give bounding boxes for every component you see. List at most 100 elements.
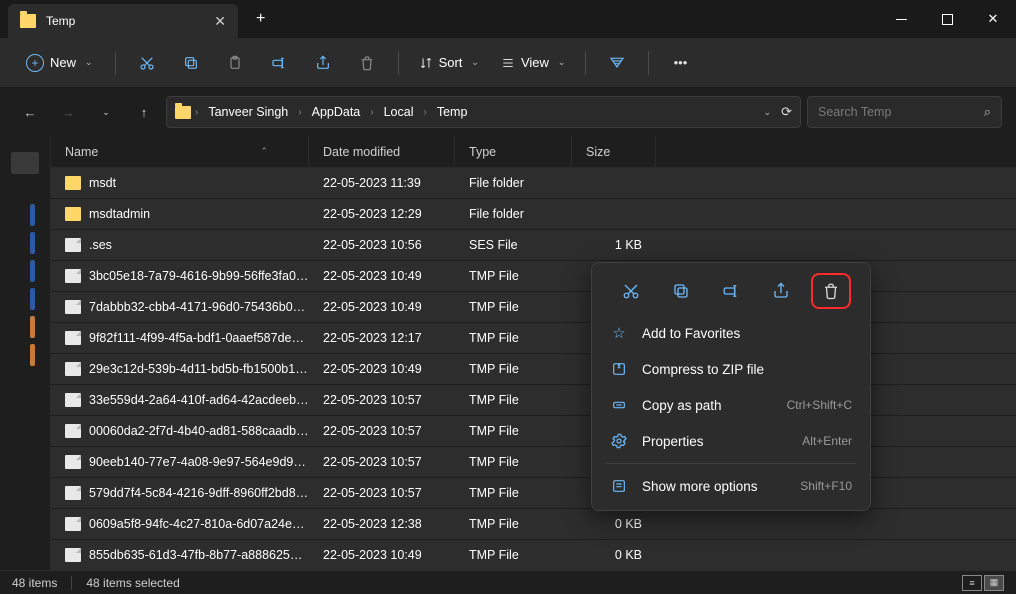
table-row[interactable]: 579dd7f4-5c84-4216-9dff-8960ff2bd8fa.tmp… xyxy=(51,478,1016,509)
properties-icon xyxy=(610,433,628,449)
table-row[interactable]: 3bc05e18-7a79-4616-9b99-56ffe3fa0db5.tmp… xyxy=(51,261,1016,292)
file-icon xyxy=(65,269,81,283)
navigation-pane[interactable] xyxy=(0,136,51,570)
ctx-cut-button[interactable] xyxy=(615,277,647,305)
file-date: 22-05-2023 10:49 xyxy=(309,300,455,314)
more-button[interactable]: ••• xyxy=(661,45,699,81)
context-menu: ☆Add to Favorites Compress to ZIP file C… xyxy=(591,262,871,511)
column-header-type[interactable]: Type xyxy=(455,136,572,167)
breadcrumb[interactable]: Temp xyxy=(431,101,474,123)
view-button[interactable]: View ⌄ xyxy=(493,55,574,70)
search-input[interactable] xyxy=(818,105,958,119)
sort-caret-icon: ⌃ xyxy=(260,146,268,157)
file-date: 22-05-2023 10:49 xyxy=(309,548,455,562)
close-button[interactable]: ✕ xyxy=(970,0,1016,38)
ctx-delete-button[interactable] xyxy=(815,277,847,305)
sort-icon xyxy=(419,56,433,70)
breadcrumb[interactable]: Tanveer Singh xyxy=(202,101,294,123)
file-name: 579dd7f4-5c84-4216-9dff-8960ff2bd8fa.tmp xyxy=(89,486,309,500)
icons-view-toggle[interactable]: ▦ xyxy=(984,575,1004,591)
column-header-date[interactable]: Date modified xyxy=(309,136,455,167)
chevron-right-icon: › xyxy=(370,107,373,118)
new-button[interactable]: + New ⌄ xyxy=(16,48,103,78)
column-header-name[interactable]: Name⌃ xyxy=(51,136,309,167)
file-date: 22-05-2023 10:49 xyxy=(309,269,455,283)
share-button[interactable] xyxy=(304,45,342,81)
table-row[interactable]: 855db635-61d3-47fb-8b77-a8886250ebe3... … xyxy=(51,540,1016,570)
table-row[interactable]: 7dabbb32-cbb4-4171-96d0-75436b0ad50d.tmp… xyxy=(51,292,1016,323)
details-view-toggle[interactable]: ≡ xyxy=(962,575,982,591)
file-date: 22-05-2023 10:56 xyxy=(309,238,455,252)
file-size: 0 KB xyxy=(572,517,656,531)
file-icon xyxy=(65,393,81,407)
chevron-right-icon: › xyxy=(195,107,198,118)
chevron-down-icon[interactable]: ⌄ xyxy=(764,107,772,118)
table-row[interactable]: 9f82f111-4f99-4f5a-bdf1-0aaef587de5f.tmp… xyxy=(51,323,1016,354)
chevron-down-icon: ⌄ xyxy=(85,57,93,68)
breadcrumb[interactable]: AppData xyxy=(306,101,367,123)
file-date: 22-05-2023 12:38 xyxy=(309,517,455,531)
table-row[interactable]: 29e3c12d-539b-4d11-bd5b-fb1500b1068... 2… xyxy=(51,354,1016,385)
column-headers: Name⌃ Date modified Type Size xyxy=(51,136,1016,168)
file-icon xyxy=(65,362,81,376)
table-row[interactable]: .ses 22-05-2023 10:56 SES File 1 KB xyxy=(51,230,1016,261)
address-bar[interactable]: › Tanveer Singh › AppData › Local › Temp… xyxy=(166,96,801,128)
forward-button[interactable]: → xyxy=(52,96,84,128)
folder-icon xyxy=(20,14,36,28)
table-row[interactable]: msdtadmin 22-05-2023 12:29 File folder xyxy=(51,199,1016,230)
filter-button[interactable] xyxy=(598,45,636,81)
back-button[interactable]: ← xyxy=(14,96,46,128)
ctx-copy-button[interactable] xyxy=(665,277,697,305)
table-row[interactable]: 33e559d4-2a64-410f-ad64-42acdeeb7413... … xyxy=(51,385,1016,416)
file-type: SES File xyxy=(455,238,572,252)
ctx-compress-zip[interactable]: Compress to ZIP file xyxy=(598,351,864,387)
file-icon xyxy=(65,486,81,500)
rename-button[interactable] xyxy=(260,45,298,81)
maximize-button[interactable] xyxy=(924,0,970,38)
sort-button[interactable]: Sort ⌄ xyxy=(411,55,487,70)
item-count: 48 items xyxy=(12,576,57,590)
minimize-button[interactable] xyxy=(878,0,924,38)
tab-title: Temp xyxy=(46,14,204,28)
up-button[interactable]: ↑ xyxy=(128,96,160,128)
cut-button[interactable] xyxy=(128,45,166,81)
ctx-add-favorites[interactable]: ☆Add to Favorites xyxy=(598,315,864,351)
ctx-properties[interactable]: PropertiesAlt+Enter xyxy=(598,423,864,459)
file-list: Name⌃ Date modified Type Size msdt 22-05… xyxy=(51,136,1016,570)
breadcrumb[interactable]: Local xyxy=(378,101,420,123)
new-tab-button[interactable]: + xyxy=(256,10,265,28)
command-toolbar: + New ⌄ Sort ⌄ View ⌄ ••• xyxy=(0,38,1016,88)
table-row[interactable]: 0609a5f8-94fc-4c27-810a-6d07a24eb5dc... … xyxy=(51,509,1016,540)
ctx-copy-path[interactable]: Copy as pathCtrl+Shift+C xyxy=(598,387,864,423)
delete-button[interactable] xyxy=(348,45,386,81)
refresh-button[interactable]: ⟳ xyxy=(781,104,792,120)
file-name: 855db635-61d3-47fb-8b77-a8886250ebe3... xyxy=(89,548,309,562)
tab-temp[interactable]: Temp ✕ xyxy=(8,4,238,38)
table-row[interactable]: msdt 22-05-2023 11:39 File folder xyxy=(51,168,1016,199)
chevron-right-icon: › xyxy=(424,107,427,118)
paste-button[interactable] xyxy=(216,45,254,81)
search-box[interactable]: ⌕ xyxy=(807,96,1002,128)
table-row[interactable]: 00060da2-2f7d-4b40-ad81-588caadbd7d... 2… xyxy=(51,416,1016,447)
file-type: TMP File xyxy=(455,517,572,531)
ctx-show-more[interactable]: Show more optionsShift+F10 xyxy=(598,468,864,504)
file-type: TMP File xyxy=(455,393,572,407)
file-date: 22-05-2023 10:57 xyxy=(309,455,455,469)
chevron-down-icon: ⌄ xyxy=(471,57,479,68)
folder-icon xyxy=(175,106,191,119)
tab-close-button[interactable]: ✕ xyxy=(214,13,226,30)
search-icon: ⌕ xyxy=(984,104,991,120)
recent-button[interactable]: ⌄ xyxy=(90,96,122,128)
chevron-down-icon: ⌄ xyxy=(558,57,566,68)
file-icon xyxy=(65,517,81,531)
ctx-rename-button[interactable] xyxy=(715,277,747,305)
file-name: 7dabbb32-cbb4-4171-96d0-75436b0ad50d.tmp xyxy=(89,300,309,314)
file-name: 0609a5f8-94fc-4c27-810a-6d07a24eb5dc... xyxy=(89,517,309,531)
ctx-share-button[interactable] xyxy=(765,277,797,305)
table-row[interactable]: 90eeb140-77e7-4a08-9e97-564e9d9154aa... … xyxy=(51,447,1016,478)
file-date: 22-05-2023 10:57 xyxy=(309,424,455,438)
column-header-size[interactable]: Size xyxy=(572,136,656,167)
file-icon xyxy=(65,331,81,345)
copy-button[interactable] xyxy=(172,45,210,81)
file-date: 22-05-2023 12:17 xyxy=(309,331,455,345)
